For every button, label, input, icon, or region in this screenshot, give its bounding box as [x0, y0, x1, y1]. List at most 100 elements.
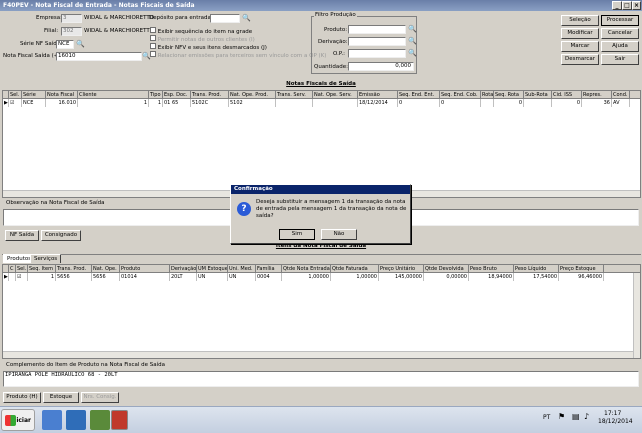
option-show-nfv-unmarked[interactable]: Exibir NFV e seus itens desmarcados (J) [150, 43, 310, 51]
empresa-code-field[interactable]: 3 [61, 14, 82, 23]
col-header[interactable]: Cliente [78, 91, 149, 98]
col-header[interactable]: Família [256, 265, 282, 272]
col-header[interactable]: Produto [120, 265, 170, 272]
maximize-icon[interactable]: □ [622, 1, 632, 10]
volume-icon[interactable]: ♪ [584, 412, 589, 421]
search-icon[interactable]: 🔍 [408, 49, 417, 57]
items-grid[interactable]: C Sel. Seq. Item Trans. Prod. Nat. Ope. … [2, 264, 641, 359]
row-checkbox[interactable]: ☑ [9, 99, 22, 107]
table-row[interactable]: ▶ ☑ NCE 16.010 1 1 01 65 5102C 5102 18/1… [3, 99, 640, 107]
serie-field[interactable]: NCE [56, 40, 74, 49]
nf-saida-field[interactable]: 16010 [56, 52, 142, 61]
items-grid-hscrollbar[interactable] [3, 351, 633, 358]
col-header[interactable]: Nat. Ope. [92, 265, 120, 272]
sair-button[interactable]: Sair [601, 54, 639, 65]
deposito-field[interactable] [210, 14, 240, 23]
search-icon[interactable]: 🔍 [408, 25, 417, 33]
col-header[interactable]: Nota Fiscal [46, 91, 78, 98]
col-header[interactable]: Nat. Ope. Prod. [229, 91, 276, 98]
clock-date[interactable]: 18/12/2014 [598, 418, 633, 425]
word-icon[interactable] [66, 410, 86, 430]
ajuda-button[interactable]: Ajuda [601, 41, 639, 52]
desmarcar-button[interactable]: Desmarcar [561, 54, 599, 65]
col-header[interactable]: Sel. [9, 91, 22, 98]
col-header[interactable]: Esp. Doc. [163, 91, 191, 98]
search-icon[interactable]: 🔍 [408, 37, 417, 45]
op-filter-field[interactable] [348, 49, 406, 58]
filtro-title: Filtro Produção [314, 12, 357, 18]
language-indicator[interactable]: PT [543, 414, 550, 421]
col-header[interactable]: Sel. [16, 265, 28, 272]
col-header[interactable]: Peso Líquido [514, 265, 559, 272]
cell: 36 [582, 99, 612, 107]
col-header[interactable]: Seq. End. Ent. [398, 91, 440, 98]
explorer-icon[interactable] [42, 410, 62, 430]
option-show-sequence[interactable]: Exibir sequência do item na grade [150, 27, 310, 35]
confirm-dialog: Confirmação ? Deseja substituir a mensag… [230, 184, 411, 244]
cancelar-button[interactable]: Cancelar [601, 28, 639, 39]
col-header[interactable]: Repres. [582, 91, 612, 98]
modificar-button[interactable]: Modificar [561, 28, 599, 39]
col-header[interactable]: Cid. ISS [552, 91, 582, 98]
col-header[interactable]: Qtde Faturada [331, 265, 379, 272]
app-icon[interactable] [90, 410, 110, 430]
col-header[interactable]: Cond. Pg [612, 91, 630, 98]
search-icon[interactable]: 🔍 [242, 14, 251, 22]
col-header[interactable]: Trans. Prod. [191, 91, 229, 98]
nf-grid-header: Sel. Série Nota Fiscal Cliente Tipo Esp.… [3, 91, 640, 99]
items-grid-header: C Sel. Seq. Item Trans. Prod. Nat. Ope. … [3, 265, 640, 273]
col-header[interactable]: Uni. Med. [228, 265, 256, 272]
processar-button[interactable]: Processar [601, 15, 639, 26]
estoque-button[interactable]: Estoque [43, 392, 79, 403]
col-header[interactable]: Peso Bruto [469, 265, 514, 272]
col-header[interactable]: Trans. Serv. [276, 91, 313, 98]
col-header[interactable]: Qtde Devolvida [424, 265, 469, 272]
col-header[interactable]: Preço Estoque [559, 265, 604, 272]
items-grid-vscrollbar[interactable] [633, 273, 640, 358]
quantidade-field[interactable]: 0,000 [348, 62, 414, 71]
col-header[interactable]: Qtde Nota Entrada [282, 265, 331, 272]
tray-icon[interactable]: ⚑ [558, 412, 565, 421]
checkbox-icon[interactable] [150, 43, 156, 49]
col-header[interactable]: Série [22, 91, 46, 98]
filial-code-field[interactable]: 302 [61, 27, 82, 36]
start-button[interactable]: Iniciar [1, 409, 35, 431]
col-header[interactable]: C [9, 265, 16, 272]
col-header[interactable]: Seq. Rota [494, 91, 524, 98]
col-header[interactable]: Trans. Prod. [56, 265, 92, 272]
complemento-textarea[interactable]: IPIRANGA POLE HIDRAULICO 68 - 20LT [3, 371, 639, 387]
no-button[interactable]: Não [321, 229, 357, 240]
nf-saida-button[interactable]: NF Saída [5, 230, 39, 241]
dialog-message: Deseja substituir a mensagem 1 da transa… [256, 199, 407, 219]
col-header[interactable]: UM Estoque [197, 265, 228, 272]
yes-button[interactable]: Sim [279, 229, 315, 240]
col-header[interactable]: Rota [481, 91, 494, 98]
network-icon[interactable]: ▤ [572, 412, 580, 421]
derivacao-filter-field[interactable] [348, 37, 406, 46]
cell [481, 99, 494, 107]
col-header[interactable]: Nat. Ope. Serv. [313, 91, 358, 98]
nf-grid[interactable]: Sel. Série Nota Fiscal Cliente Tipo Esp.… [2, 90, 641, 198]
col-header[interactable]: Preço Unitário [379, 265, 424, 272]
checkbox-icon[interactable] [150, 27, 156, 33]
deposito-label: Depósito para entrada: [149, 15, 213, 21]
table-row[interactable]: ▶ ☑ 1 5656 5656 01014 20LT UN UN 0004 1,… [3, 273, 640, 281]
search-icon[interactable]: 🔍 [76, 40, 85, 48]
row-checkbox[interactable]: ☑ [16, 273, 28, 281]
col-header[interactable]: Sub-Rota [524, 91, 552, 98]
produto-button[interactable]: Produto (H) [3, 392, 41, 403]
col-header[interactable]: Derivação [170, 265, 197, 272]
col-header[interactable]: Seq. Item [28, 265, 56, 272]
clock-time[interactable]: 17:17 [604, 410, 621, 417]
consignado-button[interactable]: Consignado [41, 230, 81, 241]
selecao-button[interactable]: Seleção [561, 15, 599, 26]
erp-app-icon[interactable] [111, 410, 128, 430]
marcar-button[interactable]: Marcar [561, 41, 599, 52]
minimize-icon[interactable]: _ [612, 1, 622, 10]
close-icon[interactable]: × [632, 1, 641, 10]
col-header[interactable]: Seq. End. Cob. [440, 91, 481, 98]
tab-servicos[interactable]: Serviços [30, 254, 62, 263]
col-header[interactable]: Tipo [149, 91, 163, 98]
col-header[interactable]: Emissão [358, 91, 398, 98]
produto-filter-field[interactable] [348, 25, 406, 34]
